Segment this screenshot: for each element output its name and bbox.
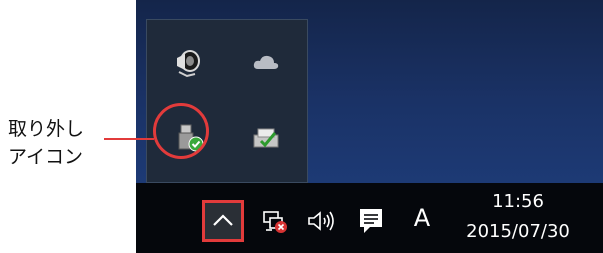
clock[interactable]: 11:56 2015/07/30 bbox=[448, 188, 588, 248]
printer-check-icon[interactable] bbox=[249, 122, 283, 156]
label-line-1: 取り外し bbox=[8, 118, 85, 140]
label-line-2: アイコン bbox=[8, 146, 84, 168]
volume-icon[interactable] bbox=[305, 205, 339, 237]
speaker-sound-icon[interactable] bbox=[171, 46, 205, 80]
action-center-icon[interactable] bbox=[356, 204, 386, 238]
onedrive-cloud-icon[interactable] bbox=[249, 46, 283, 80]
clock-time: 11:56 bbox=[492, 191, 544, 212]
remove-icon-label: 取り外し アイコン bbox=[8, 115, 108, 171]
callout-line bbox=[104, 138, 154, 140]
clock-date: 2015/07/30 bbox=[466, 221, 570, 242]
network-disconnected-icon[interactable] bbox=[258, 204, 292, 238]
input-method-indicator[interactable]: A bbox=[406, 198, 438, 238]
show-hidden-icons-button[interactable] bbox=[202, 200, 244, 242]
remove-icon-highlight bbox=[153, 103, 209, 159]
chevron-up-icon bbox=[212, 212, 234, 231]
tray-overflow-flyout bbox=[146, 19, 308, 183]
